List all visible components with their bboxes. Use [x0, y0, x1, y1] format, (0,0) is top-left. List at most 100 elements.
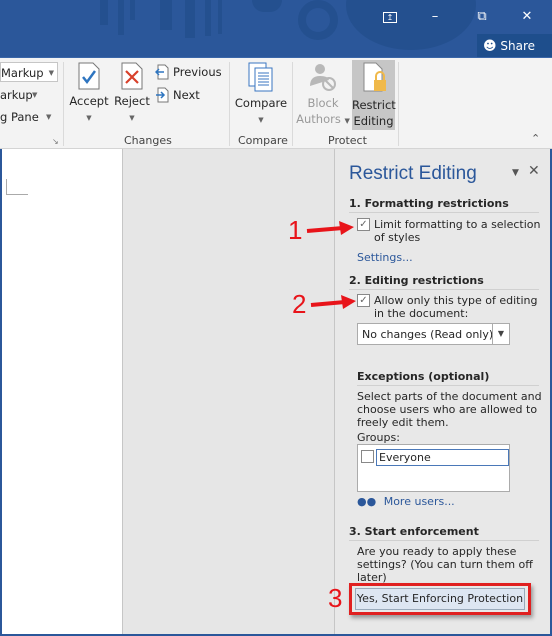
exceptions-desc-1: Select parts of the document and: [357, 390, 542, 403]
accept-icon: [78, 62, 100, 90]
share-button[interactable]: ☻ Share: [477, 34, 552, 58]
reject-button[interactable]: Reject ▼: [112, 62, 152, 123]
settings-link[interactable]: Settings...: [357, 251, 413, 264]
document-area: Restrict Editing ▼ ✕ 1. Formatting restr…: [0, 149, 552, 636]
pane-title: Restrict Editing: [349, 163, 477, 184]
accept-label: Accept: [69, 94, 109, 108]
background-decoration: [118, 0, 124, 35]
previous-button[interactable]: Previous: [155, 64, 222, 82]
next-button[interactable]: Next: [155, 87, 205, 105]
restore-icon: ⧉: [477, 9, 487, 24]
page-margin-marker: [6, 179, 28, 195]
restrict-editing-icon: [363, 62, 386, 92]
reject-icon: [121, 62, 143, 90]
next-label: Next: [173, 88, 200, 102]
accept-button[interactable]: Accept ▼: [68, 62, 110, 123]
restrict-editing-label-1: Restrict: [352, 98, 396, 112]
minimize-button[interactable]: –: [420, 6, 450, 28]
compare-group-label: Compare: [238, 134, 288, 147]
pane-options-icon[interactable]: ▼: [512, 168, 519, 178]
editing-type-select[interactable]: No changes (Read only) ▼: [357, 323, 510, 345]
changes-group-label: Changes: [124, 134, 172, 147]
background-decoration: [205, 0, 211, 36]
chevron-down-icon: ▼: [32, 91, 38, 99]
exceptions-desc-3: freely edit them.: [357, 416, 449, 429]
more-users-link[interactable]: More users...: [384, 495, 455, 508]
enforcement-desc-2: settings? (You can turn them off: [357, 558, 533, 571]
markup-select-value: Markup: [1, 66, 44, 80]
callout-arrow-1: [306, 221, 354, 235]
background-decoration: [130, 0, 135, 20]
ribbon-display-options-button[interactable]: ↥: [375, 6, 405, 28]
everyone-checkbox[interactable]: [361, 450, 374, 463]
compare-icon: [248, 62, 273, 92]
limit-formatting-label-1: Limit formatting to a selection: [374, 218, 541, 231]
background-decoration: [218, 0, 222, 34]
document-page[interactable]: [2, 149, 123, 634]
group-separator: [398, 62, 399, 146]
block-authors-icon: [310, 64, 336, 91]
background-decoration: [252, 0, 282, 12]
restore-button[interactable]: ⧉: [467, 6, 497, 28]
callout-number-2: 2: [292, 289, 307, 319]
editing-restrictions-heading: 2. Editing restrictions: [349, 274, 539, 290]
group-separator: [229, 62, 230, 146]
ribbon: Markup ▼ arkup ▼ g Pane ▼ ↘ Accept ▼ Rej…: [0, 57, 552, 149]
person-add-icon: ☻: [483, 39, 497, 54]
allow-editing-label-1: Allow only this type of editing: [374, 294, 538, 307]
title-bar: ↥ – ⧉ ✕ ☻ Share: [0, 0, 552, 58]
more-users-button[interactable]: ●● More users...: [357, 495, 455, 508]
limit-formatting-label-2: of styles: [374, 231, 421, 244]
start-enforcement-heading: 3. Start enforcement: [349, 525, 539, 541]
dialog-launcher-icon[interactable]: ↘: [52, 137, 59, 146]
chevron-down-icon: ▼: [86, 114, 92, 122]
callout-arrow-2: [310, 295, 356, 309]
background-decoration: [160, 0, 172, 30]
chevron-down-icon: ▼: [344, 117, 350, 125]
checkmark-icon: ✓: [359, 295, 368, 306]
show-markup-label: arkup: [0, 88, 33, 102]
callout-number-1: 1: [288, 215, 303, 245]
ribbon-display-options-icon: ↥: [383, 12, 397, 23]
allow-editing-label-2: in the document:: [374, 307, 469, 320]
block-authors-label-2: Authors ▼: [296, 111, 350, 129]
close-icon: ✕: [521, 9, 533, 24]
checkmark-icon: ✓: [359, 219, 368, 230]
close-button[interactable]: ✕: [512, 6, 542, 28]
block-authors-label-1: Block: [307, 96, 339, 110]
editing-type-value: No changes (Read only): [362, 328, 494, 341]
block-authors-label-text: Authors: [296, 112, 341, 126]
group-separator: [63, 62, 64, 146]
users-icon: ●●: [357, 495, 377, 508]
protect-group-label: Protect: [328, 134, 367, 147]
restrict-editing-label-2: Editing: [353, 114, 394, 128]
chevron-down-icon: ▼: [258, 116, 264, 124]
exceptions-heading: Exceptions (optional): [357, 370, 539, 386]
background-decoration: [346, 0, 476, 50]
start-enforcing-protection-button[interactable]: Yes, Start Enforcing Protection: [355, 588, 525, 610]
groups-list: Everyone: [357, 444, 510, 492]
next-icon: [156, 87, 169, 103]
share-label: Share: [500, 39, 536, 53]
pane-close-icon[interactable]: ✕: [528, 163, 540, 179]
background-decoration: [185, 0, 195, 38]
group-item-everyone[interactable]: Everyone: [376, 449, 509, 466]
allow-editing-type-checkbox[interactable]: ✓: [357, 294, 370, 307]
background-decoration: [100, 0, 108, 25]
previous-icon: [155, 64, 169, 80]
restrict-editing-button[interactable]: Restrict Editing: [352, 60, 396, 130]
block-authors-button[interactable]: Block Authors ▼: [296, 62, 350, 129]
chevron-down-icon: ▼: [129, 114, 135, 122]
limit-formatting-checkbox[interactable]: ✓: [357, 218, 370, 231]
callout-number-3: 3: [328, 583, 343, 613]
background-decoration: [298, 0, 338, 40]
chevron-down-icon: ▼: [48, 69, 54, 77]
display-for-review-select[interactable]: Markup ▼: [0, 62, 58, 82]
groups-label: Groups:: [357, 431, 400, 444]
reject-label: Reject: [114, 94, 150, 108]
restrict-editing-pane: Restrict Editing ▼ ✕ 1. Formatting restr…: [334, 149, 550, 634]
compare-button[interactable]: Compare ▼: [234, 62, 288, 125]
formatting-restrictions-heading: 1. Formatting restrictions: [349, 197, 539, 213]
collapse-ribbon-icon[interactable]: ⌃: [531, 132, 540, 145]
chevron-down-icon: ▼: [46, 113, 52, 121]
